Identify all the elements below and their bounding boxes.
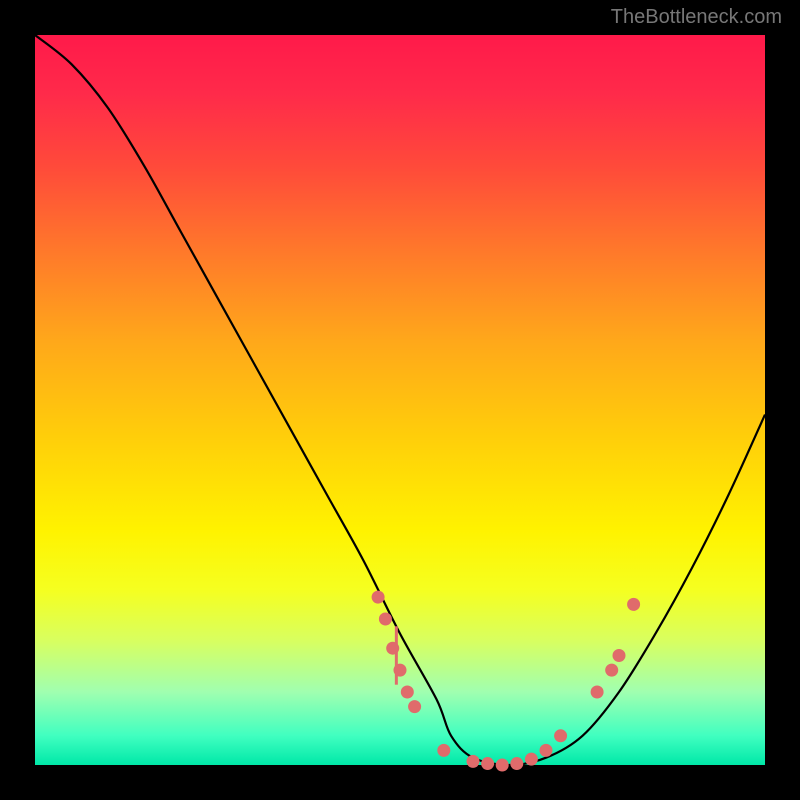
data-point bbox=[467, 755, 480, 768]
data-point bbox=[525, 753, 538, 766]
data-point bbox=[496, 759, 509, 772]
data-point bbox=[372, 591, 385, 604]
data-point bbox=[401, 686, 414, 699]
bottleneck-curve bbox=[35, 35, 765, 765]
data-point bbox=[613, 649, 626, 662]
data-point bbox=[408, 700, 421, 713]
data-point bbox=[437, 744, 450, 757]
data-point bbox=[394, 664, 407, 677]
data-point bbox=[591, 686, 604, 699]
data-point bbox=[554, 729, 567, 742]
data-point bbox=[510, 757, 523, 770]
scatter-dots bbox=[372, 591, 640, 772]
data-point bbox=[627, 598, 640, 611]
chart-svg bbox=[35, 35, 765, 765]
data-point bbox=[481, 757, 494, 770]
data-point bbox=[379, 613, 392, 626]
attribution-text: TheBottleneck.com bbox=[611, 6, 782, 29]
chart-plot-area bbox=[35, 35, 765, 765]
data-point bbox=[605, 664, 618, 677]
data-point bbox=[540, 744, 553, 757]
data-point bbox=[386, 642, 399, 655]
